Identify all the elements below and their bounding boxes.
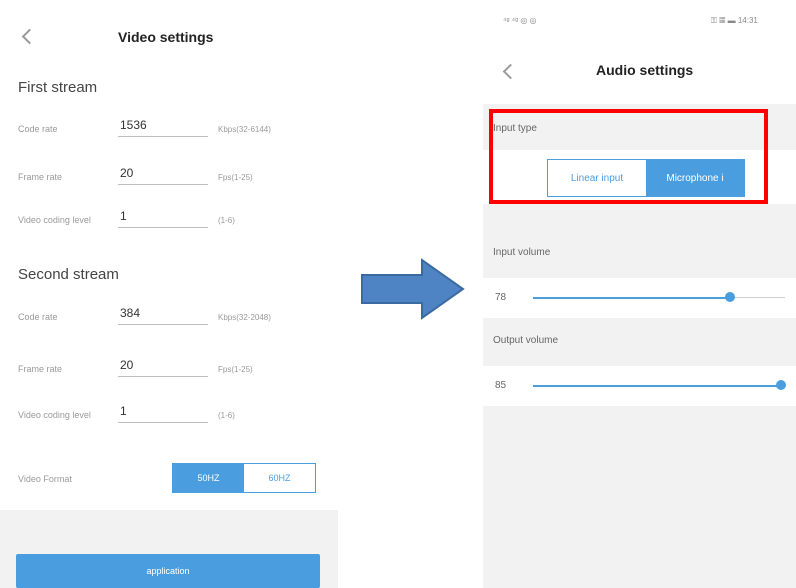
input-volume-slider-track[interactable] [730,297,785,298]
output-volume-value: 85 [495,380,507,391]
row-label: Video coding level [18,410,91,420]
format-option-60hz[interactable]: 60HZ [244,464,315,492]
frame-rate-field[interactable]: 20 [118,166,208,185]
output-volume-slider-knob[interactable] [776,380,786,390]
coding-level-field[interactable]: 1 [118,404,208,423]
output-volume-slider-fill[interactable] [533,385,781,387]
frame-rate-field[interactable]: 20 [118,358,208,377]
row-hint: (1-6) [218,216,235,225]
status-bar-right: ⚿ ▦ ▬ 14:31 [711,16,758,25]
page-title: Video settings [118,29,214,45]
code-rate-field[interactable]: 1536 [118,118,208,137]
page-title: Audio settings [596,62,694,78]
row-hint: (1-6) [218,411,235,420]
input-volume-value: 78 [495,292,507,303]
first-stream-heading: First stream [18,79,98,96]
second-stream-heading: Second stream [18,266,119,283]
row-hint: Fps(1-25) [218,365,253,374]
row-hint: Fps(1-25) [218,173,253,182]
row-label: Video coding level [18,215,91,225]
format-option-50hz[interactable]: 50HZ [173,464,244,492]
row-label: Frame rate [18,172,63,182]
input-volume-label: Input volume [493,247,551,258]
row-label: Frame rate [18,364,63,374]
highlight-box [489,109,768,204]
row-hint: Kbps(32-6144) [218,125,271,134]
video-format-toggle: 50HZ 60HZ [172,463,316,493]
video-settings-screen: Video settings First stream Code rate 15… [0,0,338,588]
row-hint: Kbps(32-2048) [218,313,271,322]
output-volume-label: Output volume [493,335,559,346]
back-chevron-icon[interactable] [21,28,38,45]
input-volume-slider-knob[interactable] [725,292,735,302]
right-arrow-icon [361,258,465,320]
apply-button[interactable]: application [16,554,320,588]
code-rate-field[interactable]: 384 [118,306,208,325]
coding-level-field[interactable]: 1 [118,209,208,228]
input-volume-slider-fill[interactable] [533,297,730,299]
row-label: Code rate [18,312,58,322]
video-format-label: Video Format [18,474,72,484]
row-label: Code rate [18,124,58,134]
status-bar-left: ⁴ᵍ ⁴ᵍ ◎ ◎ [503,16,537,25]
audio-settings-screen: ⁴ᵍ ⁴ᵍ ◎ ◎ ⚿ ▦ ▬ 14:31 Audio settings Inp… [483,0,796,588]
